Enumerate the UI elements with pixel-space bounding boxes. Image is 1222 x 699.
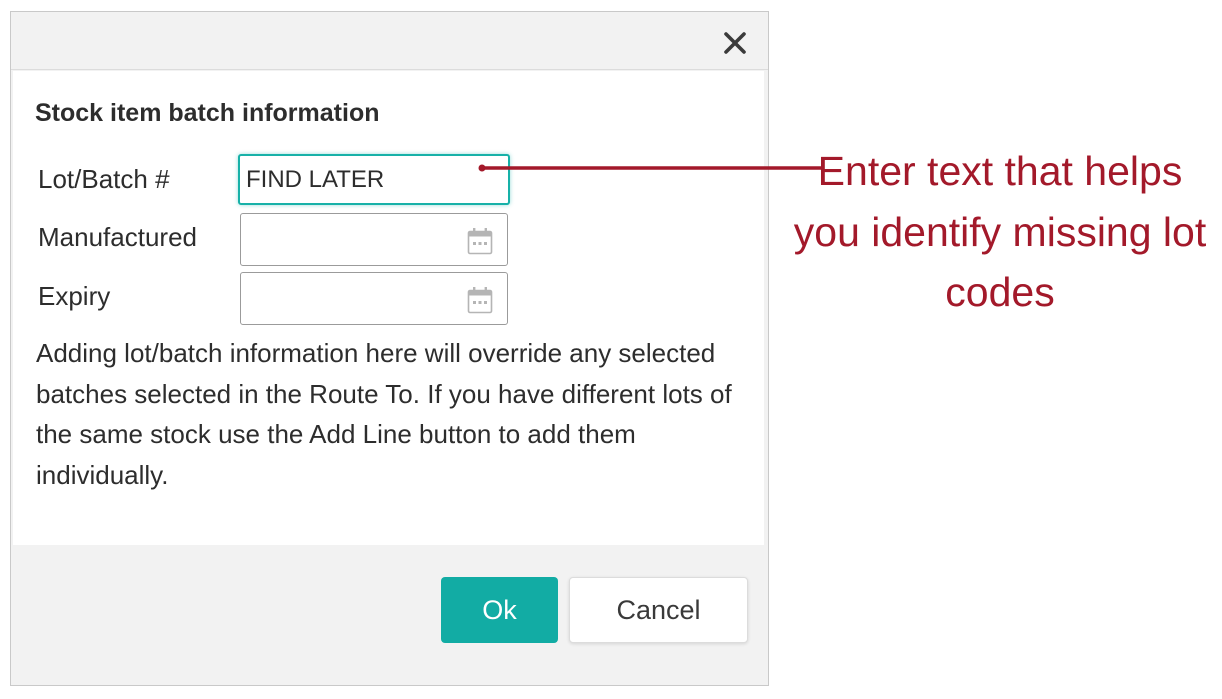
expiry-date-input[interactable]	[241, 273, 451, 324]
callout-annotation: Enter text that helps you identify missi…	[793, 148, 1207, 315]
ok-button[interactable]: Ok	[441, 577, 558, 643]
expiry-label: Expiry	[38, 281, 111, 311]
close-icon[interactable]	[722, 30, 748, 56]
calendar-icon[interactable]	[467, 227, 493, 255]
lot-batch-input[interactable]	[238, 154, 510, 205]
batch-info-dialog: Stock item batch information Lot/Batch #…	[10, 11, 769, 686]
lot-batch-label: Lot/Batch #	[38, 164, 170, 194]
cancel-button[interactable]: Cancel	[569, 577, 748, 643]
manufactured-label: Manufactured	[38, 222, 197, 252]
manufactured-date-input[interactable]	[241, 214, 451, 265]
dialog-title: Stock item batch information	[35, 99, 380, 127]
dialog-header	[11, 12, 768, 70]
dialog-body: Stock item batch information Lot/Batch #…	[13, 71, 764, 545]
expiry-date-field[interactable]	[240, 272, 508, 325]
manufactured-date-field[interactable]	[240, 213, 508, 266]
help-text: Adding lot/batch information here will o…	[36, 338, 732, 490]
calendar-icon[interactable]	[467, 286, 493, 314]
